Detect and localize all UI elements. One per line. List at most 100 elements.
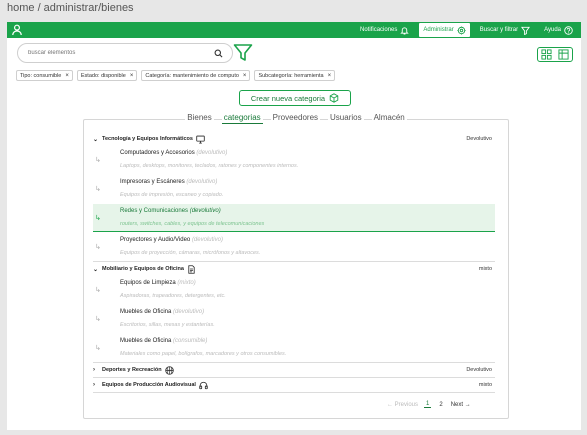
chevron-right-icon[interactable]: › [93,382,102,388]
filter-chip: Tipo: consumible × [16,70,73,81]
subcategory-item[interactable]: ↳ Equipos de Limpieza (mixto) Aspiradora… [93,276,495,304]
top-navigation-bar: Notificaciones Administrar Buscar y filt… [7,22,581,38]
close-icon[interactable]: × [65,73,69,79]
nav-notifications-label: Notificaciones [360,27,398,33]
filter-chip: Subcategoría: herramienta × [254,70,336,81]
group-divider [93,377,495,378]
cube-icon [329,93,339,103]
tab-categorias[interactable]: categorias [221,112,263,124]
filter-icon[interactable] [233,43,253,63]
create-category-label: Crear nueva categoria [250,93,326,103]
filter-chip-label: Categoría: mantenimiento de computo [145,72,239,79]
subcategory-name: Equipos de Limpieza [120,280,176,286]
subcategory-description: Materiales como papel, bolígrafos, marca… [120,351,287,357]
subcategory-description: Equipos de proyección, cámaras, micrófon… [120,250,261,256]
subcategory-item[interactable]: ↳ Muebles de Oficina (devolutivo) Escrit… [93,305,495,333]
category-group-name: Tecnología y Equipos Informáticos [102,136,193,142]
subcategory-item[interactable]: ↳ Impresoras y Escáneres (devolutivo) Eq… [93,175,495,203]
nav-search-filter-label: Buscar y filtrar [479,27,519,33]
subcategory-type: (devolutivo) [186,179,218,185]
close-icon[interactable]: × [328,73,332,79]
chevron-right-icon[interactable]: › [93,367,102,373]
previous-page-button[interactable]: ← Previous [387,402,418,408]
filter-icon [521,26,531,35]
subcategory-name: Computadores y Accesorios [120,150,195,156]
subcategory-description: Laptops, desktops, monitores, teclados, … [120,163,299,169]
subcategory-item[interactable]: ↳ Proyectores y Audio/Video (devolutivo)… [93,233,495,261]
nav-help[interactable]: Ayuda [540,23,577,37]
tab-almacen[interactable]: Almacén [371,112,407,124]
subcategory-item[interactable]: ↳ Computadores y Accesorios (devolutivo)… [93,146,495,174]
subitem-arrow-icon: ↳ [95,215,101,222]
filter-chip-label: Subcategoría: herramienta [258,72,324,79]
filter-chip: Categoría: mantenimiento de computo × [141,70,251,81]
subcategory-name: Muebles de Oficina [120,338,172,344]
create-category-button[interactable]: Crear nueva categoria [239,90,351,106]
subcategory-name-line: Muebles de Oficina (consumible) [120,338,207,344]
category-group-header[interactable]: › Deportes y Recreación Devolutivo [93,364,495,376]
group-divider [93,392,495,393]
category-group-name: Mobiliario y Equipos de Oficina [102,266,184,272]
breadcrumb: home / administrar/bienes [7,2,134,14]
category-group-header[interactable]: ⌄ Mobiliario y Equipos de Oficina mixto [93,263,495,275]
view-toggle [537,47,573,62]
subitem-arrow-icon: ↳ [95,345,101,352]
subitem-arrow-icon: ↳ [95,157,101,164]
search-input[interactable] [28,50,208,56]
close-icon[interactable]: × [243,73,247,79]
subcategory-name: Proyectores y Audio/Video [120,237,191,243]
subitem-arrow-icon: ↳ [95,316,101,323]
subcategory-type: (devolutivo) [191,237,223,243]
subcategory-description: Equipos de impresión, escaneo y copiado. [120,192,224,198]
nav-administrar[interactable]: Administrar [419,23,470,37]
pagination: ← Previous 1 2 Next → [387,401,471,408]
page-button[interactable]: 1 [424,401,432,408]
grid-icon [541,49,552,60]
table-view-button[interactable] [555,48,572,61]
subitem-arrow-icon: ↳ [95,186,101,193]
headphones-icon [199,381,208,389]
filter-chip-label: Tipo: consumible [20,72,62,79]
subcategory-type: (devolutivo) [173,309,205,315]
tab-usuarios[interactable]: Usuarios [328,112,364,124]
subcategory-item-selected[interactable]: ↳ Redes y Comunicaciones (devolutivo) ro… [93,204,495,232]
chevron-down-icon[interactable]: ⌄ [93,266,102,273]
nav-notifications[interactable]: Notificaciones [356,23,413,37]
ball-icon [164,365,174,375]
category-group-name: Deportes y Recreación [102,367,162,373]
category-group-header[interactable]: › Equipos de Producción Audiovisual mixt… [93,379,495,391]
tab-bienes[interactable]: Bienes [185,112,214,124]
group-divider [93,362,495,363]
close-icon[interactable]: × [130,73,134,79]
page-button[interactable]: 2 [437,402,444,408]
subcategory-description: Aspiradoras, trapeadores, detergentes, e… [120,293,226,299]
subcategory-type: (mixto) [177,280,196,286]
category-group-state: Devolutivo [466,367,492,373]
nav-administrar-label: Administrar [423,27,454,33]
tab-proveedores[interactable]: Proveedores [270,112,321,124]
user-icon[interactable] [11,24,23,36]
nav-search-filter[interactable]: Buscar y filtrar [476,23,534,37]
subcategory-type: (consumible) [173,338,208,344]
filter-chip: Estado: disponible × [76,70,138,81]
subcategory-name-line: Computadores y Accesorios (devolutivo) [120,150,227,156]
category-group-state: Devolutivo [466,136,492,142]
subcategory-name-line: Muebles de Oficina (devolutivo) [120,309,204,315]
monitor-icon [196,135,205,144]
document-icon [188,264,195,274]
search-icon[interactable] [214,49,223,58]
next-page-button[interactable]: Next → [451,402,471,408]
help-icon [564,25,573,35]
grid-view-button[interactable] [538,48,555,61]
category-group-state: mixto [478,382,492,388]
group-divider [93,261,495,262]
subcategory-name-line: Equipos de Limpieza (mixto) [120,280,196,286]
subcategory-name: Muebles de Oficina [120,309,172,315]
subcategory-description: routers, switches, cables, y equipos de … [120,221,265,227]
chevron-down-icon[interactable]: ⌄ [93,136,102,143]
category-group-header[interactable]: ⌄ Tecnología y Equipos Informáticos Devo… [93,133,495,145]
subcategory-description: Escritorios, sillas, mesas y estanterías… [120,322,215,328]
subcategory-item[interactable]: ↳ Muebles de Oficina (consumible) Materi… [93,334,495,362]
filter-chip-label: Estado: disponible [80,72,126,79]
subcategory-name: Impresoras y Escáneres [120,179,185,185]
